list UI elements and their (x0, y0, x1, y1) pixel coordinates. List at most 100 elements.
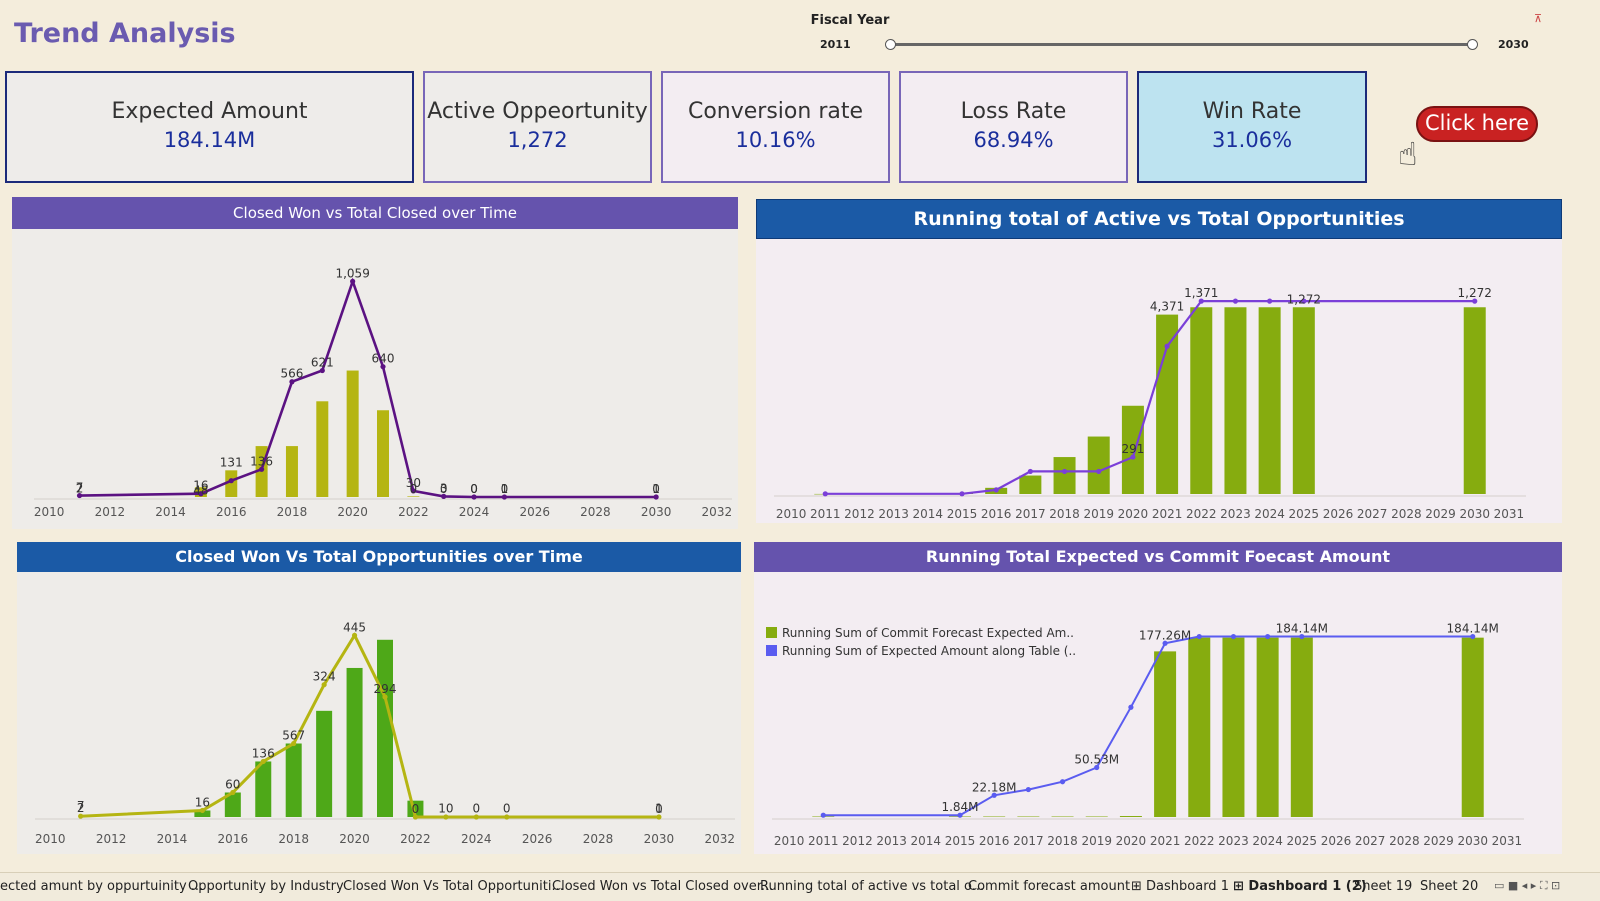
x-tick-label: 2024 (461, 832, 492, 846)
data-label: 136 (252, 746, 275, 760)
chart-panel-running-expected-vs-commit: Running Total Expected vs Commit Foecast… (754, 542, 1562, 854)
tab-nav-controls[interactable]: ▭ ■ ◂ ▸ ⛶ ⊡ (1494, 879, 1560, 893)
x-tick-label: 2024 (459, 505, 490, 519)
slider-min-handle[interactable] (885, 39, 896, 50)
x-tick-label: 2020 (339, 832, 370, 846)
x-tick-label: 2026 (1321, 834, 1352, 848)
x-tick-label: 2023 (1218, 834, 1249, 848)
data-label: 445 (343, 620, 366, 634)
x-tick-label: 2016 (216, 505, 247, 519)
data-label: 184.14M (1447, 622, 1499, 636)
data-label: 0 (503, 802, 511, 816)
tab-dashboard-1-2[interactable]: ⊞ Dashboard 1 (2) (1233, 879, 1367, 894)
x-tick-label: 2018 (278, 832, 309, 846)
kpi-conversion-rate: Conversion rate 10.16% (661, 71, 890, 183)
x-tick-label: 2019 (1083, 507, 1114, 521)
data-label: 640 (372, 352, 395, 366)
x-tick-label: 2028 (1391, 507, 1422, 521)
x-tick-label: 2030 (1459, 507, 1490, 521)
x-tick-label: 2012 (95, 505, 126, 519)
line-point (1196, 633, 1202, 640)
data-label: 22.18M (972, 780, 1017, 794)
kpi-expected-amount: Expected Amount 184.14M (5, 71, 414, 183)
data-label: 0 (440, 482, 448, 496)
x-tick-label: 2028 (580, 505, 611, 519)
tab-opportunity-by-industry[interactable]: Opportunity by Industry (188, 879, 344, 894)
line-point (822, 491, 828, 497)
data-label: 7 (76, 481, 84, 495)
kpi-value: 184.14M (163, 128, 256, 152)
tab-sheet-19[interactable]: Sheet 19 (1354, 879, 1412, 894)
legend-swatch (766, 645, 777, 656)
bar (1256, 637, 1279, 817)
series-line (79, 277, 657, 499)
bar (255, 761, 272, 817)
chart-svg: 2010 2012 2014 2016 2018 2020 2022 2024 2026 2028… (35, 620, 735, 846)
bar (983, 816, 1006, 818)
kpi-label: Conversion rate (687, 99, 864, 124)
data-label: 0 (412, 802, 420, 816)
bar (1019, 475, 1042, 494)
data-label: 0 (472, 802, 480, 816)
kpi-win-rate: Win Rate 31.06% (1137, 71, 1367, 183)
chart-svg: 2010 2011 2012 2013 2014 2015 2016 2017 2018 2019… (772, 622, 1524, 848)
data-label: 1,272 (1458, 286, 1492, 300)
bar (1258, 307, 1281, 494)
legend-item-commit: Running Sum of Commit Forecast Expected … (766, 624, 1076, 642)
tab-closed-won-vs-total-closed[interactable]: Closed Won vs Total Closed over... (552, 879, 773, 894)
data-label: 566 (281, 367, 304, 381)
x-tick-label: 2022 (400, 832, 431, 846)
data-label: 2 (77, 801, 85, 815)
data-label: 131 (220, 455, 243, 469)
x-tick-label: 2022 (398, 505, 429, 519)
chart-title: Running total of Active vs Total Opportu… (756, 199, 1562, 239)
data-label: 0 (655, 802, 663, 816)
slider-max-handle[interactable] (1467, 39, 1478, 50)
chart-panel-running-total-active: Running total of Active vs Total Opportu… (756, 199, 1562, 523)
x-tick-label: 2012 (842, 834, 873, 848)
data-label: 291 (1121, 442, 1144, 456)
bar (1156, 314, 1179, 494)
filter-clear-icon[interactable]: ⊼ (1534, 12, 1542, 25)
bar (285, 743, 302, 817)
kpi-value: 1,272 (507, 128, 568, 152)
kpi-label: Expected Amount (111, 99, 308, 124)
kpi-value: 31.06% (1211, 128, 1293, 152)
x-tick-label: 2015 (947, 507, 978, 521)
x-tick-label: 2010 (776, 507, 807, 521)
bar (1292, 307, 1315, 494)
tab-commit-forecast[interactable]: Commit forecast amount (968, 879, 1130, 894)
bar (346, 667, 363, 817)
dashboard-icon: ⊞ (1233, 879, 1249, 894)
x-tick-label: 2024 (1254, 507, 1285, 521)
chart-title: Closed Won Vs Total Opportunities over T… (17, 542, 741, 572)
x-tick-label: 2026 (519, 505, 550, 519)
click-here-button[interactable]: Click here (1416, 106, 1538, 142)
tab-sheet-20[interactable]: Sheet 20 (1420, 879, 1478, 894)
x-tick-label: 2018 (1049, 507, 1080, 521)
bar (377, 639, 393, 817)
line-point (228, 478, 234, 484)
tab-dashboard-1[interactable]: ⊞ Dashboard 1 (1131, 879, 1229, 894)
tab-running-total-active[interactable]: Running total of active vs total o... (760, 879, 984, 894)
chart-title: Running Total Expected vs Commit Foecast… (754, 542, 1562, 572)
bar (1463, 307, 1486, 494)
x-tick-label: 2014 (913, 507, 944, 521)
line-point (1232, 298, 1239, 304)
fiscal-year-slider[interactable] (889, 43, 1472, 46)
line-point (1265, 633, 1271, 640)
legend-item-expected: Running Sum of Expected Amount along Tab… (766, 642, 1076, 660)
tab-closed-won-vs-total-opps[interactable]: Closed Won Vs Total Opportuniti... (343, 879, 564, 894)
x-tick-label: 2023 (1220, 507, 1251, 521)
x-tick-label: 2014 (155, 505, 186, 519)
data-label: 621 (311, 356, 334, 370)
tab-expected-amount[interactable]: ected amunt by oppurtuinity ... (0, 879, 203, 894)
x-tick-label: 2028 (583, 832, 614, 846)
data-label: 136 (250, 454, 273, 468)
tab-label: Dashboard 1 (2) (1248, 879, 1367, 894)
data-label: 177.26M (1139, 628, 1191, 642)
x-tick-label: 2029 (1425, 507, 1456, 521)
x-tick-label: 2020 (337, 505, 368, 519)
x-tick-label: 2013 (876, 834, 907, 848)
chart-panel-closed-won-vs-closed: Closed Won vs Total Closed over Time 201… (12, 197, 738, 529)
